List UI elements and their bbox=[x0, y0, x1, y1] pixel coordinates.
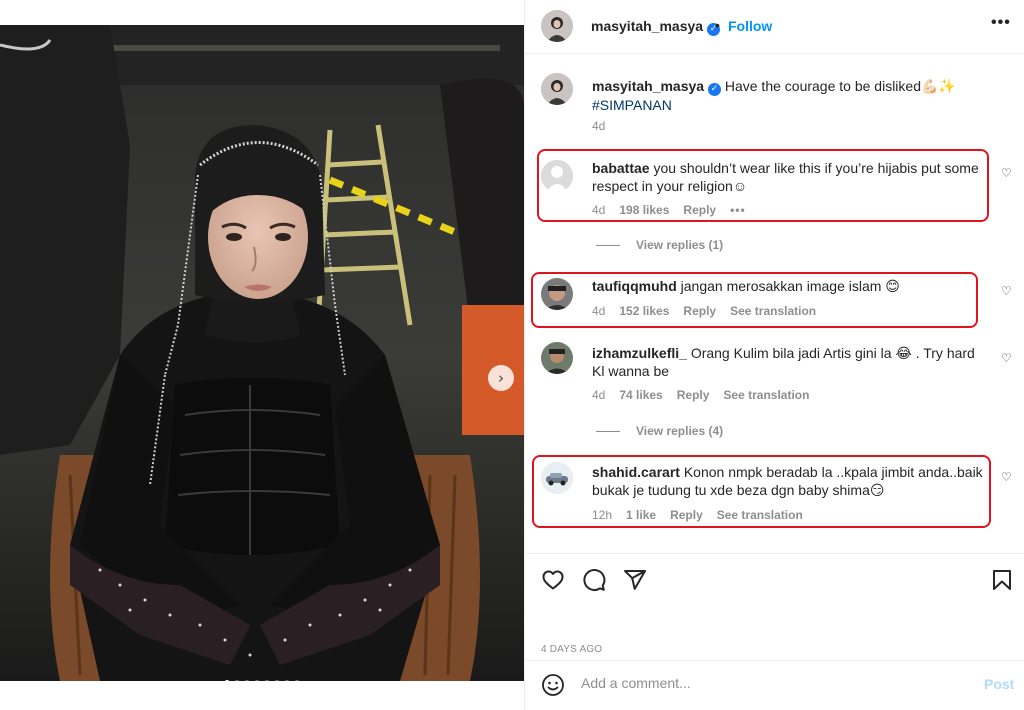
heart-icon[interactable]: ♡ bbox=[1001, 351, 1012, 365]
heart-icon[interactable]: ♡ bbox=[1001, 470, 1012, 484]
view-replies-button[interactable]: View replies (4) bbox=[596, 424, 723, 438]
header-separator: • bbox=[715, 17, 720, 33]
caption-text: Have the courage to be disliked💪🏻✨ bbox=[724, 78, 956, 94]
carousel-dot bbox=[294, 680, 300, 681]
heart-icon[interactable]: ♡ bbox=[1001, 166, 1012, 180]
add-comment-bar: Post bbox=[525, 660, 1024, 710]
share-icon[interactable] bbox=[623, 568, 647, 592]
comment-meta: 4d 74 likes Reply See translation bbox=[592, 388, 823, 402]
heart-icon[interactable]: ♡ bbox=[1001, 284, 1012, 298]
view-replies-label: View replies (4) bbox=[636, 424, 724, 438]
carousel-dot bbox=[224, 680, 230, 681]
carousel-dot bbox=[234, 680, 240, 681]
post-caption: masyitah_masya ✓ Have the courage to be … bbox=[592, 77, 992, 114]
caption-username[interactable]: masyitah_masya bbox=[592, 78, 704, 94]
more-horizontal-icon[interactable]: ••• bbox=[991, 14, 1011, 32]
annotation-highlight bbox=[531, 272, 978, 328]
comment-username[interactable]: izhamzulkefli_ bbox=[592, 345, 687, 361]
author-username: masyitah_masya bbox=[591, 18, 704, 34]
post-photo[interactable]: › bbox=[0, 25, 524, 681]
comment-input[interactable] bbox=[581, 675, 961, 691]
carousel-dot bbox=[244, 680, 250, 681]
post-actions: 4 DAYS AGO bbox=[525, 553, 1024, 655]
carousel-dot bbox=[264, 680, 270, 681]
annotation-highlight bbox=[537, 149, 989, 222]
carousel-dot bbox=[274, 680, 280, 681]
view-replies-label: View replies (1) bbox=[636, 238, 724, 252]
divider-line bbox=[596, 244, 620, 246]
post-header: masyitah_masya ✓ • Follow ••• bbox=[525, 0, 1024, 54]
emoji-icon[interactable] bbox=[541, 673, 565, 697]
caption-hashtag[interactable]: #SIMPANAN bbox=[592, 97, 672, 113]
post-comment-button[interactable]: Post bbox=[984, 676, 1014, 692]
comment-body: izhamzulkefli_ Orang Kulim bila jadi Art… bbox=[592, 344, 987, 380]
view-replies-button[interactable]: View replies (1) bbox=[596, 238, 723, 252]
reply-button[interactable]: Reply bbox=[677, 388, 710, 402]
annotation-highlight bbox=[532, 455, 991, 528]
comment-icon[interactable] bbox=[582, 568, 606, 592]
caption-avatar[interactable] bbox=[541, 73, 573, 105]
heart-icon[interactable] bbox=[541, 568, 565, 592]
post-panel: masyitah_masya ✓ • Follow ••• masyitah_m… bbox=[524, 0, 1024, 710]
carousel-dots bbox=[0, 680, 524, 681]
carousel-dot bbox=[284, 680, 290, 681]
comment-likes[interactable]: 74 likes bbox=[619, 388, 662, 402]
comment-time[interactable]: 4d bbox=[592, 388, 605, 402]
photo-pane: › bbox=[0, 0, 524, 710]
commenter-avatar[interactable] bbox=[541, 342, 573, 374]
post-date[interactable]: 4 DAYS AGO bbox=[541, 644, 602, 655]
author-avatar[interactable] bbox=[541, 10, 573, 42]
chevron-right-icon: › bbox=[498, 369, 504, 387]
follow-button[interactable]: Follow bbox=[728, 18, 772, 34]
divider-line bbox=[596, 430, 620, 432]
author-username-link[interactable]: masyitah_masya ✓ bbox=[591, 18, 720, 36]
post-photo-illustration bbox=[0, 25, 524, 681]
verified-badge-icon: ✓ bbox=[707, 83, 721, 96]
caption-time[interactable]: 4d bbox=[592, 119, 605, 133]
bookmark-icon[interactable] bbox=[990, 568, 1014, 592]
carousel-next-button[interactable]: › bbox=[488, 365, 514, 391]
carousel-dot bbox=[254, 680, 260, 681]
see-translation-button[interactable]: See translation bbox=[723, 388, 809, 402]
